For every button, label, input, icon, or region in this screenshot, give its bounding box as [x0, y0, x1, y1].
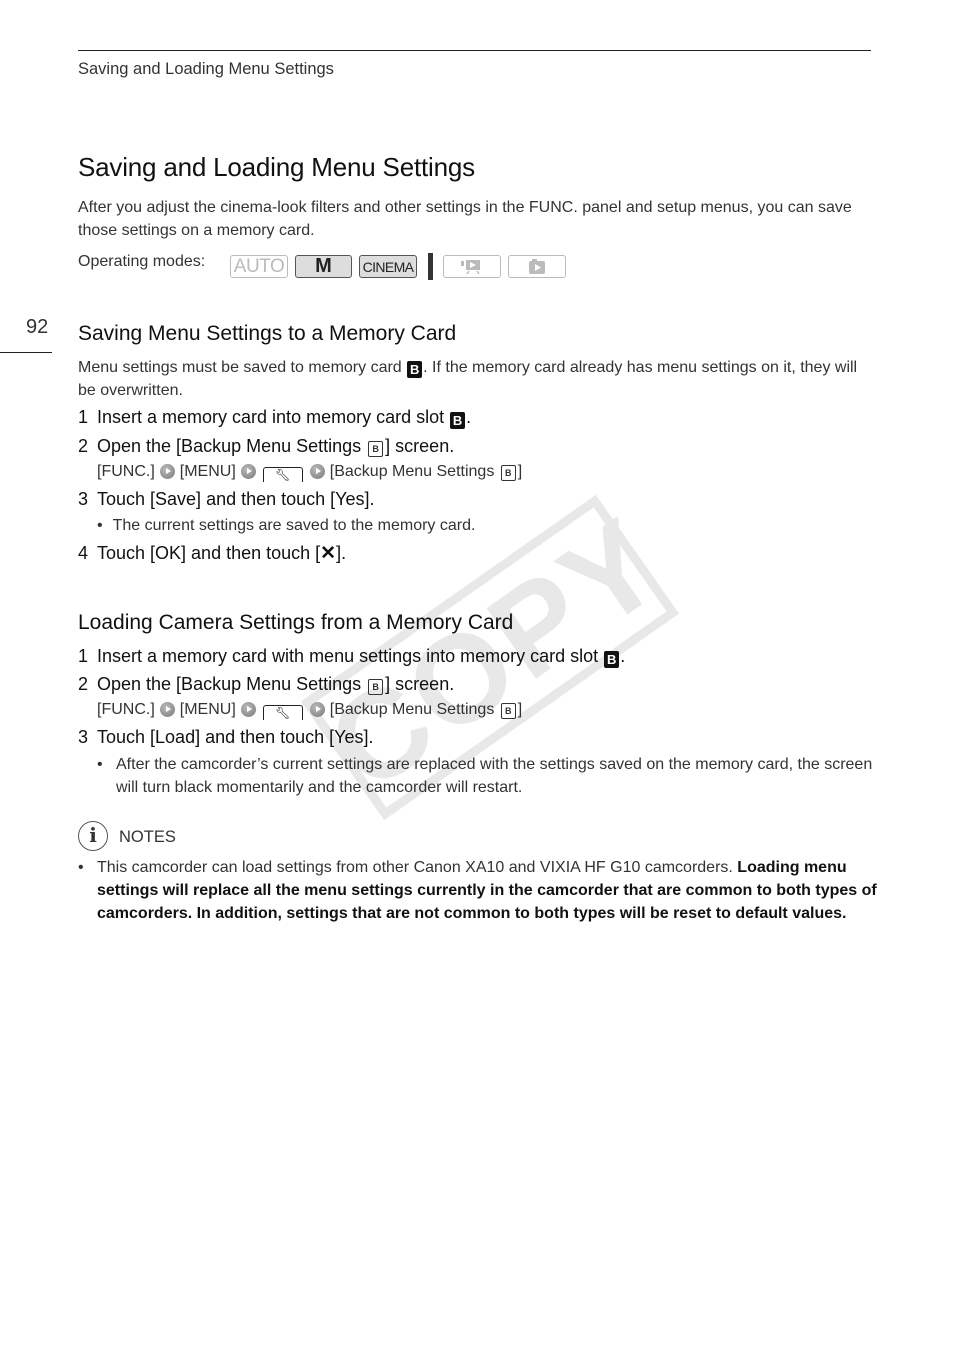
loading-step-2: 2 Open the [Backup Menu Settings B] scree…: [78, 674, 455, 695]
memory-card-b-icon: B: [407, 361, 423, 378]
intro-paragraph: After you adjust the cinema-look filters…: [78, 199, 852, 239]
arrow-right-icon: [309, 464, 325, 479]
memory-card-b-outline-icon: B: [368, 679, 384, 695]
header-rule: [78, 50, 871, 51]
mode-auto-icon: AUTO: [230, 255, 288, 278]
wrench-icon: 🔧︎: [262, 705, 303, 720]
section-saving-intro: Menu settings must be saved to memory ca…: [78, 359, 858, 399]
running-head: Saving and Loading Menu Settings: [78, 60, 334, 78]
bullet-dot: •: [78, 859, 84, 876]
page-number-rule: [0, 352, 52, 353]
photo-playback-icon: [508, 255, 566, 278]
arrow-right-icon: [240, 464, 256, 479]
saving-step-4: 4 Touch [OK] and then touch [✕].: [78, 543, 347, 564]
memory-card-b-outline-icon: B: [368, 441, 384, 457]
saving-step-2: 2 Open the [Backup Menu Settings B] scree…: [78, 436, 455, 457]
saving-step-1: 1 Insert a memory card into memory card s…: [78, 407, 472, 429]
arrow-right-icon: [309, 702, 325, 717]
arrow-right-icon: [159, 464, 175, 479]
notes-label: NOTES: [119, 828, 176, 846]
loading-menu-path: [FUNC.] [MENU] 🔧︎ [Backup Menu Settings B]: [97, 701, 523, 720]
page-title: Saving and Loading Menu Settings: [78, 152, 475, 182]
arrow-right-icon: [159, 702, 175, 717]
mode-manual-icon: M: [295, 255, 352, 278]
video-playback-glyph: [461, 259, 480, 274]
operating-modes-label: Operating modes:: [78, 253, 206, 270]
arrow-right-icon: [240, 702, 256, 717]
video-playback-icon: [443, 255, 501, 278]
bullet-dot: •: [97, 517, 103, 534]
loading-bullet: • After the camcorder’s current settings …: [97, 753, 877, 799]
info-icon: i: [78, 821, 108, 851]
saving-menu-path: [FUNC.] [MENU] 🔧︎ [Backup Menu Settings B]: [97, 463, 523, 482]
memory-card-b-outline-icon: B: [500, 465, 516, 481]
section-loading-title: Loading Camera Settings from a Memory Ca…: [78, 611, 514, 634]
saving-bullet: • The current settings are saved to the m…: [97, 517, 476, 534]
mode-cinema-icon: CINEMA: [359, 255, 417, 278]
notes-bullet: • This camcorder can load settings from o…: [78, 856, 878, 925]
photo-playback-glyph: [529, 258, 545, 274]
loading-step-1: 1 Insert a memory card with menu settings…: [78, 646, 626, 668]
saving-step-3: 3 Touch [Save] and then touch [Yes].: [78, 489, 375, 509]
mode-separator: [428, 253, 433, 280]
memory-card-b-outline-icon: B: [500, 703, 516, 719]
page-number: 92: [26, 316, 49, 338]
wrench-icon: 🔧︎: [262, 467, 303, 482]
memory-card-b-icon: B: [604, 651, 620, 668]
loading-step-3: 3 Touch [Load] and then touch [Yes].: [78, 727, 374, 747]
bullet-dot: •: [97, 756, 103, 773]
memory-card-b-icon: B: [450, 412, 466, 429]
section-saving-title: Saving Menu Settings to a Memory Card: [78, 322, 457, 345]
close-icon: ✕: [320, 543, 337, 564]
